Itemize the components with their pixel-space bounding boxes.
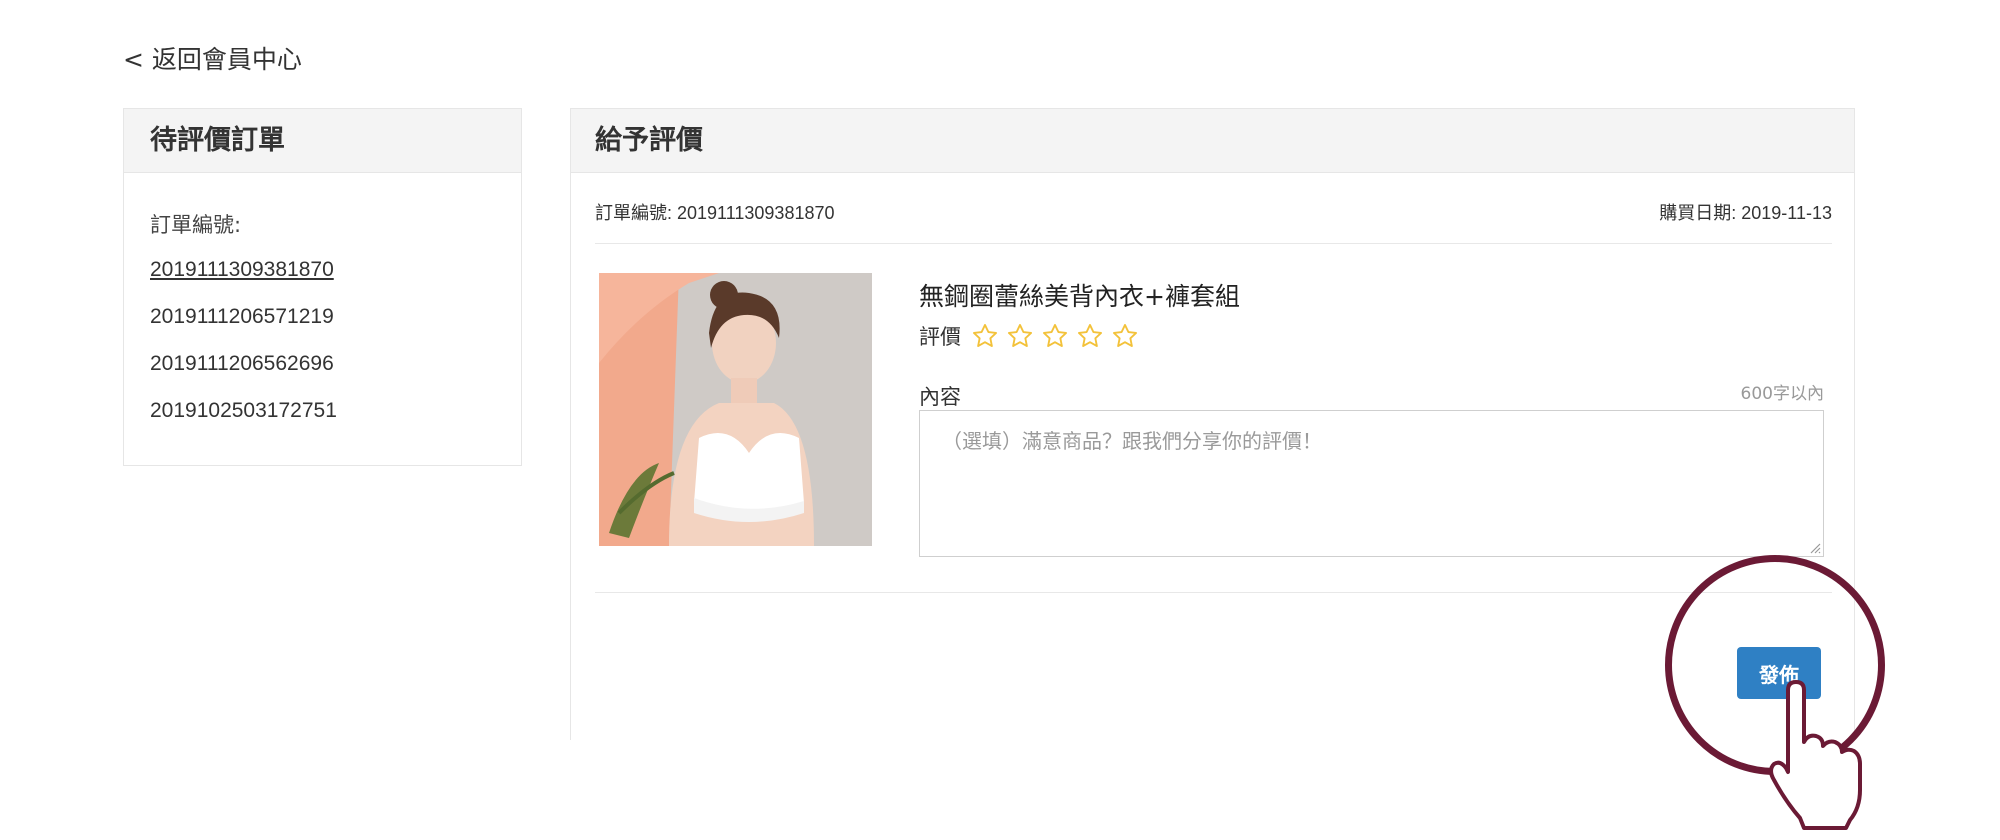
star-outline-icon[interactable] bbox=[1006, 322, 1034, 350]
resize-grip-icon[interactable] bbox=[1807, 540, 1821, 554]
star-outline-icon[interactable] bbox=[1111, 322, 1139, 350]
rating-row: 評價 bbox=[919, 321, 1146, 351]
order-number: 訂單編號: 2019111309381870 bbox=[595, 203, 835, 223]
order-meta: 訂單編號: 2019111309381870 購買日期: 2019-11-13 bbox=[595, 199, 1832, 225]
review-placeholder: （選填）滿意商品？跟我們分享你的評價！ bbox=[942, 429, 1322, 453]
divider bbox=[595, 243, 1832, 244]
back-to-member-center-link[interactable]: < 返回會員中心 bbox=[123, 40, 302, 76]
star-outline-icon[interactable] bbox=[971, 322, 999, 350]
order-item[interactable]: 2019102503172751 bbox=[150, 398, 337, 445]
order-item[interactable]: 2019111206571219 bbox=[150, 304, 337, 351]
order-list: 2019111309381870 2019111206571219 201911… bbox=[150, 257, 337, 445]
content-label: 內容 bbox=[919, 385, 961, 409]
pending-orders-title: 待評價訂單 bbox=[124, 109, 521, 173]
review-textarea[interactable]: （選填）滿意商品？跟我們分享你的評價！ bbox=[919, 410, 1824, 557]
pending-orders-panel: 待評價訂單 訂單編號: 2019111309381870 20191112065… bbox=[123, 108, 522, 466]
review-panel: 給予評價 訂單編號: 2019111309381870 購買日期: 2019-1… bbox=[570, 108, 1855, 740]
review-panel-title: 給予評價 bbox=[571, 109, 1854, 173]
divider bbox=[595, 592, 1832, 593]
rating-label: 評價 bbox=[919, 325, 961, 349]
purchase-date: 購買日期: 2019-11-13 bbox=[1659, 203, 1832, 223]
product-name: 無鋼圈蕾絲美背內衣+褲套組 bbox=[919, 282, 1240, 311]
order-number-label: 訂單編號: bbox=[150, 213, 242, 237]
star-outline-icon[interactable] bbox=[1041, 322, 1069, 350]
order-item[interactable]: 2019111309381870 bbox=[150, 257, 337, 304]
publish-button[interactable]: 發佈 bbox=[1737, 647, 1821, 699]
order-item[interactable]: 2019111206562696 bbox=[150, 351, 337, 398]
char-limit-hint: 600字以內 bbox=[1740, 384, 1824, 404]
product-image bbox=[599, 273, 872, 546]
star-outline-icon[interactable] bbox=[1076, 322, 1104, 350]
